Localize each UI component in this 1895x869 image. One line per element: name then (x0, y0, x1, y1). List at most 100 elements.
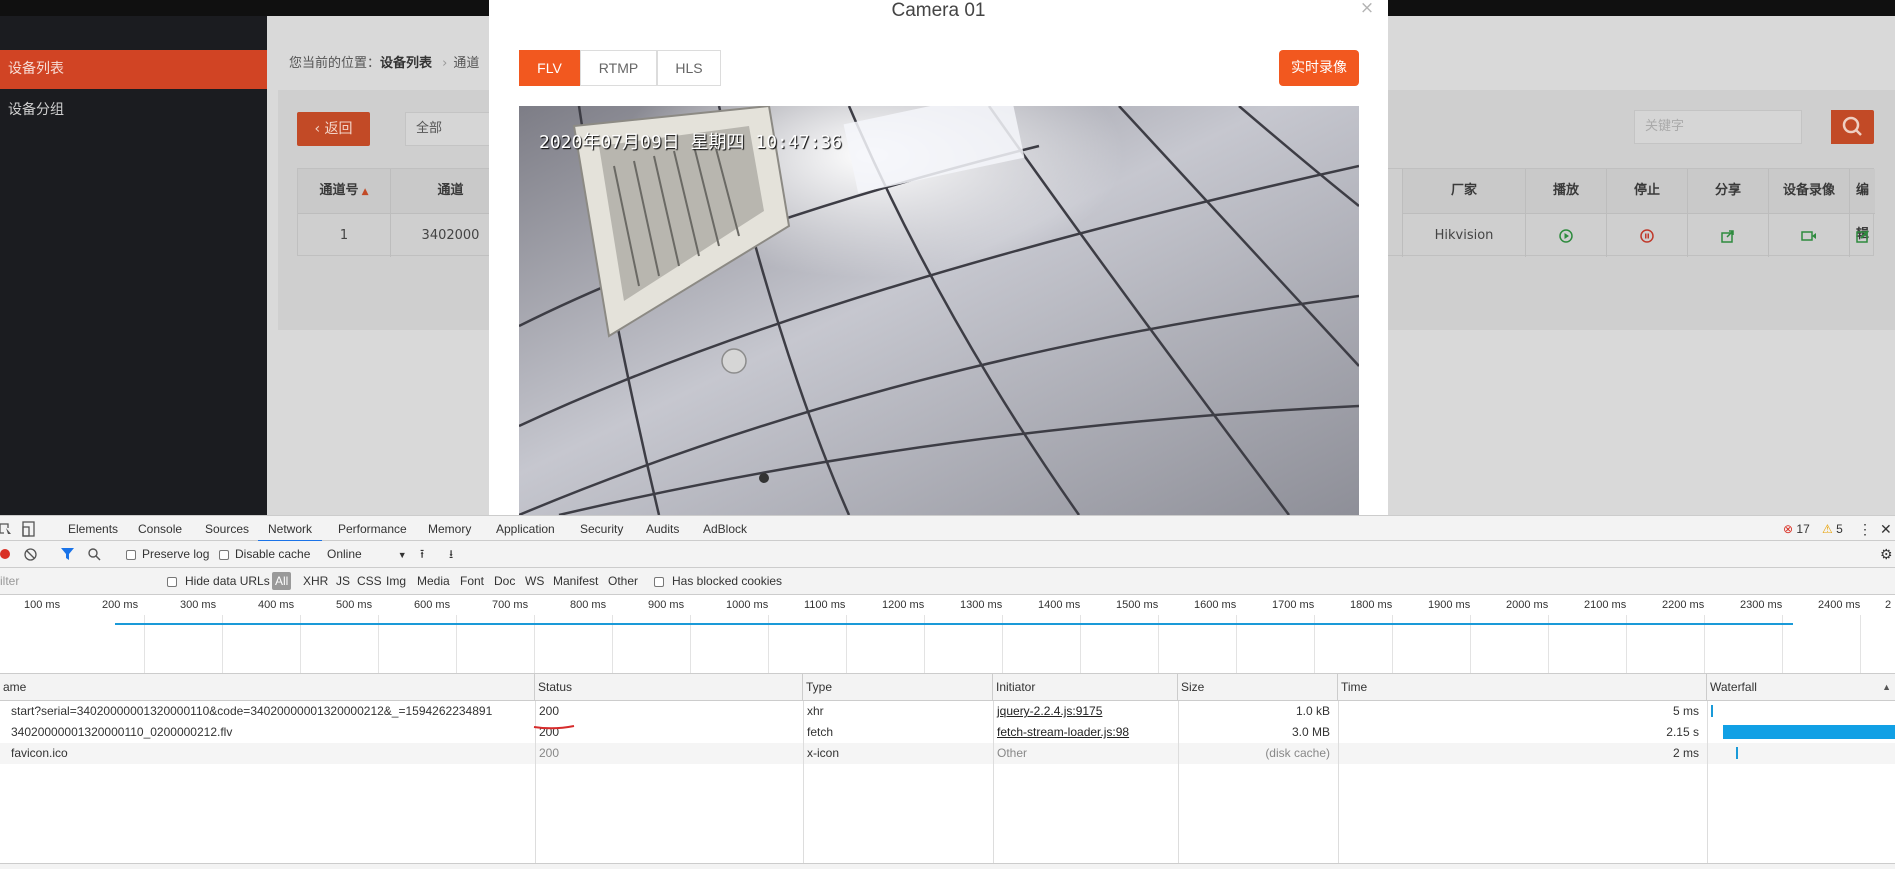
col-waterfall[interactable]: Waterfall ▲ (1707, 674, 1895, 701)
warning-count[interactable]: ⚠ 5 (1822, 516, 1843, 542)
table-row[interactable]: 34020000001320000110_0200000212.flv 200 … (0, 722, 1895, 743)
row-status: 200 (539, 746, 560, 760)
warning-icon: ⚠ (1822, 522, 1833, 536)
type-filter-ws[interactable]: WS (525, 568, 544, 595)
waterfall-bar (1711, 705, 1713, 717)
close-devtools-icon[interactable]: ✕ (1880, 516, 1892, 542)
timeline-tick-label: 1800 ms (1350, 599, 1393, 611)
live-record-button[interactable]: 实时录像 (1279, 50, 1359, 86)
close-icon[interactable]: × (1359, 0, 1375, 17)
timeline-tick-label: 700 ms (492, 599, 529, 611)
tab-console[interactable]: Console (138, 516, 182, 542)
red-underline-annotation (533, 725, 575, 730)
row-initiator[interactable]: fetch-stream-loader.js:98 (994, 722, 1174, 743)
network-requests-table: ame Status Type Initiator Size Time Wate… (0, 674, 1895, 869)
tab-performance[interactable]: Performance (338, 516, 407, 542)
error-count[interactable]: ⊗ 17 (1783, 516, 1810, 542)
row-name[interactable]: favicon.ico (8, 743, 533, 764)
sort-up-icon: ▲ (358, 187, 369, 197)
video-camera-icon[interactable] (1801, 230, 1817, 242)
row-time: 5 ms (1672, 704, 1699, 718)
tab-hls[interactable]: HLS (657, 50, 721, 86)
column-divider (993, 701, 994, 869)
type-filter-js[interactable]: JS (336, 568, 350, 595)
timeline-tick-label: 2100 ms (1584, 599, 1627, 611)
timeline-tick-label: 2000 ms (1506, 599, 1549, 611)
settings-gear-icon[interactable]: ⚙ (1880, 541, 1893, 568)
search-icon[interactable] (88, 548, 101, 561)
record-icon[interactable] (0, 549, 10, 559)
td-share (1688, 213, 1769, 257)
row-size: (disk cache) (1265, 746, 1330, 760)
type-filter-doc[interactable]: Doc (494, 568, 515, 595)
play-icon[interactable] (1559, 228, 1573, 243)
share-icon[interactable] (1721, 229, 1735, 243)
filter-icon[interactable] (61, 548, 74, 561)
hide-data-urls-checkbox[interactable] (167, 577, 177, 587)
col-status[interactable]: Status (535, 674, 803, 701)
tab-memory[interactable]: Memory (428, 516, 471, 542)
table-row[interactable]: favicon.ico 200 x-icon Other (disk cache… (0, 743, 1895, 764)
filter-input[interactable]: ilter (0, 568, 155, 595)
row-name[interactable]: 34020000001320000110_0200000212.flv (8, 722, 533, 743)
col-initiator[interactable]: Initiator (993, 674, 1178, 701)
timeline-tick-label: 2400 ms (1818, 599, 1861, 611)
edit-icon[interactable] (1855, 229, 1870, 243)
tab-elements[interactable]: Elements (68, 516, 118, 542)
type-filter-font[interactable]: Font (460, 568, 484, 595)
row-name[interactable]: start?serial=34020000001320000110&code=3… (8, 701, 533, 722)
tab-sources[interactable]: Sources (205, 516, 249, 542)
type-filter-all[interactable]: All (272, 572, 292, 590)
back-button[interactable]: ‹ 返回 (297, 112, 370, 146)
import-har-icon[interactable]: ⭱ (420, 541, 424, 568)
th-channel-no[interactable]: 通道号 ▲ (298, 169, 391, 213)
sort-up-icon: ▲ (1882, 682, 1891, 692)
inspect-element-icon[interactable] (0, 522, 12, 536)
col-size[interactable]: Size (1178, 674, 1338, 701)
col-type[interactable]: Type (803, 674, 993, 701)
sidebar-item-device-group[interactable]: 设备分组 (0, 91, 267, 130)
table-row[interactable]: start?serial=34020000001320000110&code=3… (0, 701, 1895, 722)
export-har-icon[interactable]: ⭳ (449, 541, 453, 568)
col-time[interactable]: Time (1338, 674, 1707, 701)
timeline-tick-label: 100 ms (24, 599, 61, 611)
col-name[interactable]: ame (0, 674, 535, 701)
tab-adblock[interactable]: AdBlock (703, 516, 747, 542)
tab-application[interactable]: Application (496, 516, 555, 542)
search-button[interactable] (1831, 110, 1874, 144)
tab-network[interactable]: Network (258, 516, 323, 542)
throttling-select[interactable]: Online ▼ (327, 541, 407, 569)
device-toolbar-icon[interactable] (22, 521, 36, 537)
row-status: 200 (539, 704, 560, 718)
tab-rtmp[interactable]: RTMP (580, 50, 657, 86)
type-filter-xhr[interactable]: XHR (303, 568, 328, 595)
network-overview-timeline[interactable]: 100 ms 200 ms 300 ms 400 ms 500 ms 600 ms 700 … (0, 595, 1895, 674)
preserve-log-checkbox[interactable] (126, 550, 136, 560)
disable-cache-checkbox[interactable] (219, 550, 229, 560)
filter-bar: ilter Hide data URLs All XHR JS CSS Img … (0, 568, 1895, 595)
tab-audits[interactable]: Audits (646, 516, 679, 542)
clear-icon[interactable] (24, 548, 37, 561)
devtools-tab-bar: Elements Console Sources Network Perform… (0, 515, 1895, 542)
sidebar-item-device-list[interactable]: 设备列表 (0, 50, 267, 89)
timeline-tick-label: 1300 ms (960, 599, 1003, 611)
type-filter-img[interactable]: Img (386, 568, 406, 595)
tab-flv[interactable]: FLV (519, 50, 580, 86)
timeline-tick-label: 500 ms (336, 599, 373, 611)
video-player[interactable]: 2020年07月09日 星期四 10:47:36 (519, 106, 1359, 515)
row-type: xhr (807, 704, 824, 718)
stop-icon[interactable] (1640, 228, 1654, 243)
row-time: 2.15 s (1666, 725, 1699, 739)
type-filter-css[interactable]: CSS (357, 568, 382, 595)
type-filter-other[interactable]: Other (608, 568, 638, 595)
tab-security[interactable]: Security (580, 516, 623, 542)
more-options-icon[interactable]: ⋮ (1858, 516, 1872, 542)
breadcrumb-current[interactable]: 设备列表 (380, 56, 432, 71)
search-input[interactable]: 关键字 (1634, 110, 1802, 144)
column-divider (803, 701, 804, 869)
timeline-tick-label: 1500 ms (1116, 599, 1159, 611)
has-blocked-cookies-checkbox[interactable] (654, 577, 664, 587)
type-filter-media[interactable]: Media (417, 568, 450, 595)
row-initiator[interactable]: jquery-2.2.4.js:9175 (994, 701, 1174, 722)
type-filter-manifest[interactable]: Manifest (553, 568, 598, 595)
